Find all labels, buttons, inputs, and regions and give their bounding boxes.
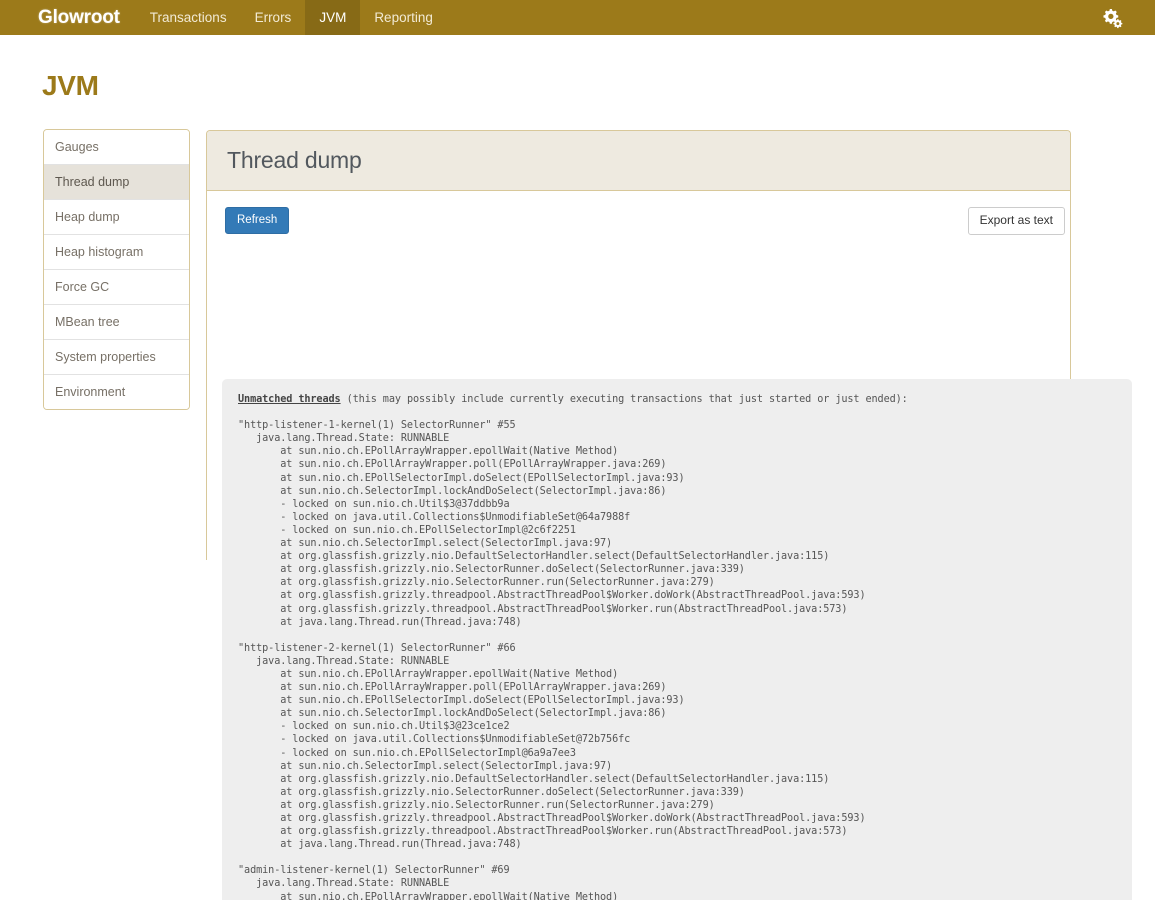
- sidebar-item-system-properties[interactable]: System properties: [44, 340, 189, 375]
- sidebar-item-thread-dump[interactable]: Thread dump: [44, 165, 189, 200]
- top-navbar: Glowroot Transactions Errors JVM Reporti…: [0, 0, 1155, 35]
- refresh-button[interactable]: Refresh: [225, 207, 290, 234]
- nav-item-jvm[interactable]: JVM: [305, 0, 361, 35]
- sidebar-item-heap-dump[interactable]: Heap dump: [44, 200, 189, 235]
- unmatched-threads-note: (this may possibly include currently exe…: [340, 394, 908, 405]
- panel-title: Thread dump: [227, 147, 362, 173]
- panel-heading: Thread dump: [207, 131, 1070, 191]
- sidebar-item-environment[interactable]: Environment: [44, 375, 189, 409]
- thread-dump-output[interactable]: Unmatched threads (this may possibly inc…: [222, 379, 1132, 900]
- page-container: JVM Gauges Thread dump Heap dump Heap hi…: [0, 35, 1155, 900]
- nav-item-reporting[interactable]: Reporting: [360, 0, 447, 35]
- page-title: JVM: [42, 70, 99, 101]
- panel-button-row: Refresh Export as text: [225, 207, 1065, 237]
- thread-dump-text: Unmatched threads (this may possibly inc…: [238, 393, 1116, 900]
- sidebar-item-force-gc[interactable]: Force GC: [44, 270, 189, 305]
- cogs-icon[interactable]: [1101, 7, 1123, 29]
- jvm-sidebar: Gauges Thread dump Heap dump Heap histog…: [43, 129, 190, 410]
- unmatched-threads-link[interactable]: Unmatched threads: [238, 394, 341, 405]
- sidebar-item-heap-histogram[interactable]: Heap histogram: [44, 235, 189, 270]
- export-as-text-button[interactable]: Export as text: [967, 207, 1065, 235]
- nav-item-transactions[interactable]: Transactions: [136, 0, 241, 35]
- sidebar-item-gauges[interactable]: Gauges: [44, 130, 189, 165]
- navbar-items: Glowroot Transactions Errors JVM Reporti…: [0, 0, 447, 35]
- navbar-right: [1101, 0, 1155, 35]
- sidebar-item-mbean-tree[interactable]: MBean tree: [44, 305, 189, 340]
- brand-logo[interactable]: Glowroot: [0, 0, 136, 35]
- panel-body: Refresh Export as text: [207, 191, 1070, 237]
- thread-entries: "http-listener-1-kernel(1) SelectorRunne…: [238, 420, 866, 900]
- nav-item-errors[interactable]: Errors: [241, 0, 306, 35]
